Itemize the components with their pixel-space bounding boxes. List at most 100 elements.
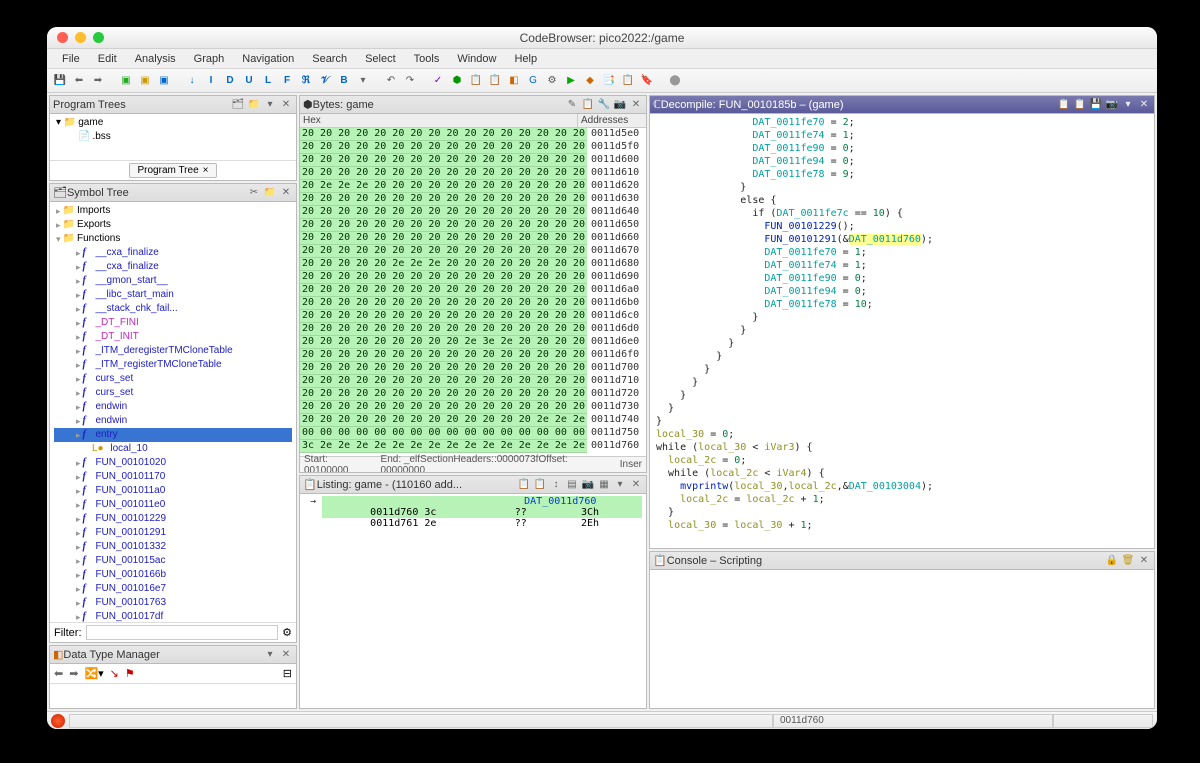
menu-navigation[interactable]: Navigation [233,51,303,67]
close-icon[interactable]: ✕ [279,98,293,112]
redo-icon[interactable]: ↷ [401,72,419,90]
tree-item[interactable]: 📄 .bss [54,130,292,144]
function-item[interactable]: ▸ f _DT_FINI [54,316,292,330]
back-icon[interactable]: ⬅ [54,667,63,680]
byte-row[interactable]: 20 20 20 20 20 20 20 20 20 20 20 20 20 2… [300,375,646,388]
function-item[interactable]: ▸ f FUN_001015ac [54,554,292,568]
byte-row[interactable]: 20 20 20 20 20 20 20 20 20 20 20 20 20 2… [300,362,646,375]
function-item[interactable]: ▸ f __libc_start_main [54,288,292,302]
wrench-icon[interactable]: 🔧 [597,98,611,112]
binary-icon[interactable]: ⬢ [448,72,466,90]
diff-icon[interactable]: ▤ [565,478,579,492]
tb-F[interactable]: F [278,72,296,90]
function-item[interactable]: ▸ f curs_set [54,386,292,400]
undo-icon[interactable]: ↶ [382,72,400,90]
byte-row[interactable]: 20 20 20 20 20 20 20 20 20 20 20 20 20 2… [300,323,646,336]
tb-L[interactable]: L [259,72,277,90]
tree-group[interactable]: ▸ 📁 Imports [54,204,292,218]
close-icon[interactable] [57,32,68,43]
copy-icon[interactable]: 📋 [1057,98,1071,112]
function-item[interactable]: ▸ f entry [54,428,292,442]
close-icon[interactable]: ✕ [279,186,293,200]
byte-row[interactable]: 20 20 20 20 20 2e 2e 2e 20 20 20 20 20 2… [300,258,646,271]
function-item[interactable]: ▸ f curs_set [54,372,292,386]
byte-row[interactable]: 00 00 00 00 00 00 00 00 00 00 00 00 00 0… [300,427,646,440]
lock-icon[interactable]: 🔒 [1105,554,1119,568]
byte-row[interactable]: 20 20 20 20 20 20 20 20 20 20 20 20 20 2… [300,141,646,154]
folder-icon[interactable]: 📁 [247,98,261,112]
nav-icon[interactable]: ↕ [549,478,563,492]
tree-group[interactable]: ▾ 📁 Functions [54,232,292,246]
script-icon[interactable]: ◆ [581,72,599,90]
bytes-body[interactable]: 20 20 20 20 20 20 20 20 20 20 20 20 20 2… [300,128,646,456]
byte-row[interactable]: 20 20 20 20 20 20 20 20 20 20 20 20 20 2… [300,219,646,232]
function-item[interactable]: ▸ f FUN_001011e0 [54,498,292,512]
back-button[interactable]: ⬅ [70,72,88,90]
tb-D[interactable]: D [221,72,239,90]
arrow-icon[interactable]: ↘ [110,667,119,680]
tree-root[interactable]: ▾ 📁 game [54,116,292,130]
tree-group[interactable]: ▸ 📁 Exports [54,218,292,232]
edit-icon[interactable]: ✎ [565,98,579,112]
tb-icon[interactable]: 📑 [600,72,618,90]
byte-row[interactable]: 3c 2e 2e 2e 2e 2e 2e 2e 2e 2e 2e 2e 2e 2… [300,440,646,453]
tree-icon[interactable]: 🗂 [231,98,245,112]
decompile-body[interactable]: DAT_0011fe70 = 2; DAT_0011fe74 = 1; DAT_… [650,114,1154,548]
copy-icon[interactable]: 📋 [533,478,547,492]
menu-help[interactable]: Help [505,51,546,67]
filter-settings-icon[interactable]: ⚙ [282,626,292,639]
export-icon[interactable]: 💾 [1089,98,1103,112]
menu-icon[interactable]: ▾ [1121,98,1135,112]
function-item[interactable]: ▸ f FUN_00101170 [54,470,292,484]
byte-row[interactable]: 20 20 20 20 20 20 20 20 20 20 20 20 20 2… [300,232,646,245]
tb-icon[interactable]: ▣ [136,72,154,90]
close-icon[interactable]: ✕ [629,98,643,112]
function-item[interactable]: ▸ f __cxa_finalize [54,260,292,274]
check-icon[interactable]: ✓ [429,72,447,90]
tb-icon[interactable]: 📋 [619,72,637,90]
tb-I[interactable]: I [202,72,220,90]
byte-row[interactable]: 20 20 20 20 20 20 20 20 20 20 20 20 20 2… [300,154,646,167]
flag-icon[interactable]: ⚑ [125,667,135,680]
field-icon[interactable]: ▦ [597,478,611,492]
function-item[interactable]: ▸ f endwin [54,400,292,414]
function-item[interactable]: ▸ f FUN_00101332 [54,540,292,554]
menu-file[interactable]: File [53,51,89,67]
menu-select[interactable]: Select [356,51,405,67]
byte-row[interactable]: 20 2e 2e 2e 20 20 20 20 20 20 20 20 20 2… [300,180,646,193]
tb-B[interactable]: B [335,72,353,90]
function-item[interactable]: ▸ f FUN_00101020 [54,456,292,470]
byte-row[interactable]: 20 20 20 20 20 20 20 20 20 20 20 20 20 2… [300,414,646,427]
byte-row[interactable]: 20 20 20 20 20 20 20 20 20 20 20 20 20 2… [300,128,646,141]
menu-search[interactable]: Search [303,51,356,67]
tree-icon[interactable]: 🔀▾ [84,667,103,680]
menu-tools[interactable]: Tools [405,51,449,67]
byte-row[interactable]: 20 20 20 20 20 20 20 20 20 20 20 20 20 2… [300,271,646,284]
tb-icon[interactable]: 📋 [467,72,485,90]
tb-icon[interactable]: ▣ [117,72,135,90]
bookmark-icon[interactable]: 🔖 [638,72,656,90]
camera-icon[interactable]: 📷 [581,478,595,492]
listing-body[interactable]: → DAT_0011d760 0011d760 3c ?? 3Ch 0011d7… [300,494,646,708]
menu-icon[interactable]: ▾ [613,478,627,492]
menu-analysis[interactable]: Analysis [126,51,185,67]
minimize-icon[interactable] [75,32,86,43]
maximize-icon[interactable] [93,32,104,43]
tb-R[interactable]: ℜ [297,72,315,90]
tb-icon[interactable]: 📋 [486,72,504,90]
menu-icon[interactable]: ▾ [263,98,277,112]
tb-icon[interactable]: ◧ [505,72,523,90]
byte-row[interactable]: 20 20 20 20 20 20 20 20 20 20 20 20 20 2… [300,284,646,297]
byte-row[interactable]: 20 20 20 20 20 20 20 20 20 20 20 20 20 2… [300,167,646,180]
function-item[interactable]: ▸ f FUN_001017df [54,610,292,622]
save-button[interactable]: 💾 [51,72,69,90]
byte-row[interactable]: 20 20 20 20 20 20 20 20 20 20 20 20 20 2… [300,193,646,206]
folder-icon[interactable]: 📁 [263,186,277,200]
camera-icon[interactable]: 📷 [1105,98,1119,112]
function-item[interactable]: L● local_10 [54,442,292,456]
tb-dd[interactable]: ▾ [354,72,372,90]
program-tree-tab[interactable]: Program Tree× [129,163,218,178]
clear-icon[interactable]: 🗑 [1121,554,1135,568]
tb-icon[interactable]: ⬤ [666,72,684,90]
camera-icon[interactable]: 📷 [613,98,627,112]
